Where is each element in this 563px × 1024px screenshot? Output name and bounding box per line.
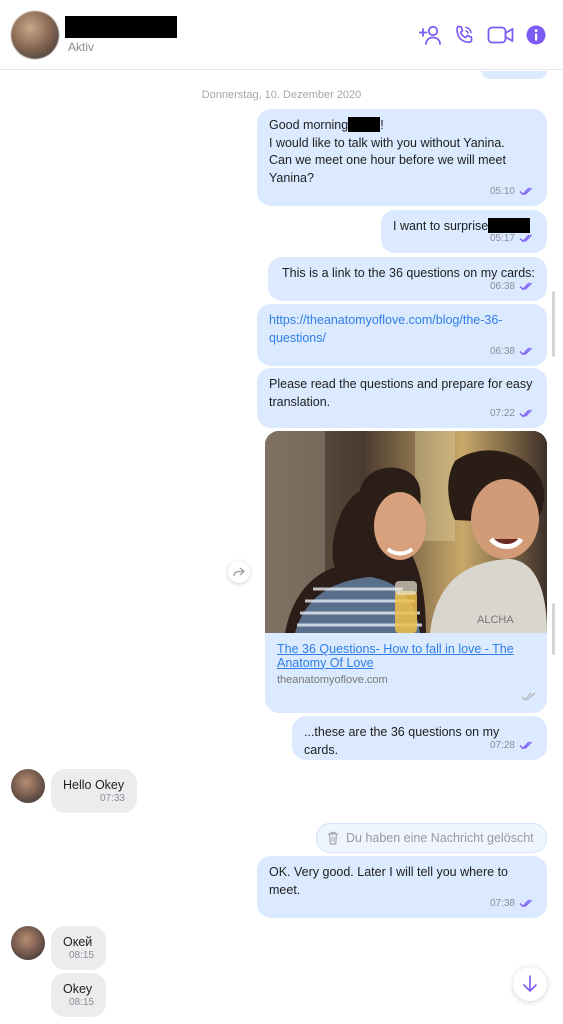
link-preview-domain: theanatomyoflove.com xyxy=(277,674,388,686)
link-preview-title[interactable]: The 36 Questions- How to fall in love - … xyxy=(277,642,537,657)
date-separator: Donnerstag, 10. Dezember 2020 xyxy=(201,89,362,101)
message-time: 05:17 xyxy=(489,232,515,244)
contact-status: Aktiv xyxy=(68,40,95,54)
redacted-name xyxy=(348,117,381,132)
message-bubble-outgoing[interactable]: I want to surprise 05:17 xyxy=(381,210,547,253)
arrow-down-icon xyxy=(523,975,537,992)
video-icon[interactable] xyxy=(486,22,516,48)
message-bubble-incoming[interactable]: Окей 08:15 xyxy=(51,926,106,970)
phone-icon[interactable] xyxy=(451,22,477,48)
deleted-message-notice: Du haben eine Nachricht gelöscht xyxy=(316,823,547,853)
message-text: Can we meet one hour before we will meet xyxy=(269,153,506,167)
read-check-icon xyxy=(519,409,532,418)
message-text: I would like to talk with you without Ya… xyxy=(269,135,505,150)
message-meta: 07:28 xyxy=(490,737,535,755)
message-meta: 07:22 xyxy=(490,405,535,423)
read-check-icon xyxy=(519,347,532,356)
message-time: 07:28 xyxy=(489,739,515,751)
info-icon[interactable] xyxy=(523,22,549,48)
message-time: 06:38 xyxy=(489,280,515,292)
message-link[interactable]: https://theanatomyoflove.com/blog/the-36… xyxy=(269,312,535,330)
read-check-icon xyxy=(519,741,532,750)
message-text: Please read the questions and prepare fo… xyxy=(269,377,533,391)
message-bubble-outgoing[interactable]: This is a link to the 36 questions on my… xyxy=(268,257,547,301)
message-meta: 08:15 xyxy=(69,994,94,1012)
message-bubble-partial xyxy=(481,71,547,79)
message-time: 05:10 xyxy=(489,185,515,197)
contact-avatar-small[interactable] xyxy=(11,926,45,960)
message-time: 07:33 xyxy=(99,792,125,804)
message-meta: 08:15 xyxy=(69,947,94,965)
chat-header: Aktiv xyxy=(0,0,563,70)
message-meta: 07:38 xyxy=(490,895,535,913)
add-person-icon[interactable] xyxy=(418,22,444,48)
scrollbar-thumb[interactable] xyxy=(552,603,555,655)
svg-text:ALCHA: ALCHA xyxy=(477,614,514,626)
read-check-icon xyxy=(519,234,532,243)
message-bubble-outgoing[interactable]: OK. Very good. Later I will tell you whe… xyxy=(257,856,547,918)
forward-icon xyxy=(233,567,245,577)
scroll-to-bottom-button[interactable] xyxy=(513,967,547,1001)
read-check-icon xyxy=(519,282,532,291)
message-meta: 07:33 xyxy=(100,790,125,808)
message-time: 08:15 xyxy=(68,996,94,1008)
link-preview-title[interactable]: Anatomy Of Love xyxy=(277,656,537,671)
message-bubble-outgoing[interactable]: Good morning! I would like to talk with … xyxy=(257,109,547,206)
scrollbar-thumb[interactable] xyxy=(552,291,555,357)
message-time: 06:38 xyxy=(489,345,515,357)
message-text: Good morning! xyxy=(269,117,384,132)
message-meta: 06:38 xyxy=(490,343,535,361)
message-bubble-incoming[interactable]: Okey 08:15 xyxy=(51,973,106,1017)
forward-button[interactable] xyxy=(228,561,250,583)
message-time: 08:15 xyxy=(68,949,94,961)
message-meta: 05:10 xyxy=(490,183,535,201)
message-bubble-outgoing[interactable]: ...these are the 36 questions on my card… xyxy=(292,716,547,760)
read-check-icon xyxy=(519,899,532,908)
link-preview-image[interactable]: ALCHA xyxy=(265,431,547,633)
contact-name-redacted[interactable] xyxy=(65,16,177,38)
delivered-check-icon xyxy=(521,692,536,701)
link-preview-card[interactable]: ALCHA The 36 Questions- How to fall in l… xyxy=(265,431,547,713)
deleted-message-text: Du haben eine Nachricht gelöscht xyxy=(346,831,534,845)
message-bubble-incoming[interactable]: Hello Okey 07:33 xyxy=(51,769,137,813)
message-bubble-outgoing[interactable]: Please read the questions and prepare fo… xyxy=(257,368,547,428)
message-meta: 06:38 xyxy=(490,278,535,296)
contact-avatar-small[interactable] xyxy=(11,769,45,803)
message-bubble-outgoing[interactable]: https://theanatomyoflove.com/blog/the-36… xyxy=(257,304,547,366)
message-time: 07:38 xyxy=(489,897,515,909)
contact-avatar[interactable] xyxy=(11,11,59,59)
message-text: OK. Very good. Later I will tell you whe… xyxy=(269,865,509,879)
read-check-icon xyxy=(519,187,532,196)
message-time: 07:22 xyxy=(489,407,515,419)
message-meta: 05:17 xyxy=(490,230,535,248)
trash-icon xyxy=(328,831,338,845)
message-list[interactable]: Donnerstag, 10. Dezember 2020 Good morni… xyxy=(0,71,563,1024)
